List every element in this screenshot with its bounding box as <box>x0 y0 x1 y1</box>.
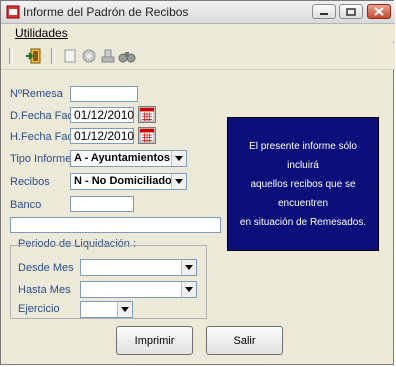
hasta-mes-select[interactable] <box>80 281 197 298</box>
menu-utilidades[interactable]: Utilidades <box>15 26 68 40</box>
tipo-informe-value: A - Ayuntamientos <box>74 152 170 164</box>
toolbar <box>1 43 395 70</box>
chevron-down-icon[interactable] <box>181 260 196 275</box>
exit-door-icon[interactable] <box>25 47 43 65</box>
binoculars-icon[interactable] <box>118 47 136 65</box>
info-line-2: aquellos recibos que se encuentren <box>250 178 356 209</box>
h-fecha-label: H.Fecha Fact. <box>10 131 80 143</box>
remesa-label: NºRemesa <box>10 88 63 100</box>
tipo-informe-label: Tipo Informe <box>10 153 72 165</box>
ejercicio-label: Ejercicio <box>18 303 60 315</box>
chevron-down-icon[interactable] <box>171 174 186 189</box>
chevron-down-icon[interactable] <box>117 302 132 317</box>
d-fecha-input[interactable]: 01/12/2010 <box>70 107 134 123</box>
desde-mes-select[interactable] <box>80 259 197 276</box>
imprimir-button-label: Imprimir <box>134 334 175 347</box>
banco-label: Banco <box>10 199 42 211</box>
recibos-select[interactable]: N - No Domiciliados <box>70 173 187 190</box>
title-bar[interactable]: Informe del Padrón de Recibos <box>1 1 395 24</box>
menu-bar: Utilidades <box>1 24 395 42</box>
imprimir-button[interactable]: Imprimir <box>116 326 193 355</box>
hasta-mes-label: Hasta Mes <box>18 284 71 296</box>
desde-mes-label: Desde Mes <box>18 262 74 274</box>
d-fecha-label: D.Fecha Fact. <box>10 110 80 122</box>
h-fecha-input[interactable]: 01/12/2010 <box>70 128 134 144</box>
minimize-icon <box>320 12 328 15</box>
ejercicio-select[interactable] <box>80 301 133 318</box>
stamp-icon[interactable] <box>99 47 117 65</box>
banco-description-input[interactable] <box>10 217 221 233</box>
close-button[interactable] <box>367 4 391 19</box>
app-icon <box>6 5 20 19</box>
document-icon[interactable] <box>61 47 79 65</box>
toolbar-separator <box>51 48 55 64</box>
info-line-3: en situación de Remesados. <box>239 216 367 228</box>
tipo-informe-select[interactable]: A - Ayuntamientos <box>70 150 187 167</box>
window-title: Informe del Padrón de Recibos <box>23 5 189 19</box>
banco-input[interactable] <box>70 196 134 212</box>
calendar-icon[interactable] <box>138 127 156 144</box>
calendar-icon[interactable] <box>138 106 156 123</box>
chevron-down-icon[interactable] <box>181 282 196 297</box>
salir-button-label: Salir <box>233 334 256 347</box>
recibos-value: N - No Domiciliados <box>74 175 178 187</box>
salir-button[interactable]: Salir <box>206 326 283 355</box>
chevron-down-icon[interactable] <box>171 151 186 166</box>
recibos-label: Recibos <box>10 176 50 188</box>
maximize-icon <box>346 7 356 16</box>
remesa-input[interactable] <box>70 86 138 102</box>
refresh-icon[interactable] <box>80 47 98 65</box>
close-icon <box>374 7 384 16</box>
info-panel: El presente informe sólo incluirá aquell… <box>227 117 379 251</box>
toolbar-separator <box>9 48 13 64</box>
info-line-1: El presente informe sólo incluirá <box>249 140 357 171</box>
maximize-button[interactable] <box>339 4 363 19</box>
minimize-button[interactable] <box>312 4 336 19</box>
report-window: Informe del Padrón de Recibos Utilidades <box>0 0 395 365</box>
